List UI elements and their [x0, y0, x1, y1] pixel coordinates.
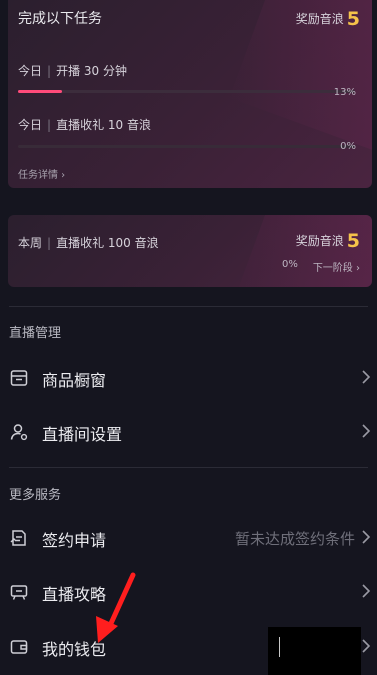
task-progress-track-1 [18, 90, 355, 93]
weekly-task-name: 直播收礼 100 音浪 [56, 236, 159, 250]
next-stage-link[interactable]: 下一阶段 › [313, 259, 360, 274]
contract-status-hint: 暂未达成签约条件 [234, 530, 355, 548]
person-settings-icon [10, 424, 28, 441]
menu-item-storefront[interactable]: 商品橱窗 [0, 351, 377, 405]
task-percent-1: 13% [333, 87, 356, 98]
task-row-1: 今日 | 开播 30 分钟 [18, 64, 127, 78]
chevron-right-icon [362, 584, 371, 598]
contract-icon [10, 530, 26, 546]
text-cursor [279, 637, 280, 657]
weekly-task-row: 本周 | 直播收礼 100 音浪 [18, 236, 159, 250]
task-progress-track-2 [18, 145, 355, 148]
menu-label: 直播间设置 [42, 425, 123, 444]
weekly-percent: 0% [282, 259, 298, 270]
black-overlay-box [268, 627, 361, 675]
task-period: 今日 [18, 118, 43, 132]
menu-label: 我的钱包 [42, 640, 107, 659]
task-period: 今日 [18, 64, 43, 78]
chevron-right-icon [362, 424, 371, 438]
task-progress-fill-1 [18, 90, 62, 93]
task-row-2: 今日 | 直播收礼 10 音浪 [18, 118, 151, 132]
task-name: 直播收礼 10 音浪 [56, 118, 151, 132]
chevron-right-icon [362, 530, 371, 544]
menu-label: 商品橱窗 [42, 371, 107, 390]
task-reward: 奖励音浪 5 [296, 10, 360, 29]
weekly-reward: 奖励音浪 5 [296, 232, 360, 251]
divider [9, 467, 368, 468]
menu-label: 签约申请 [42, 531, 107, 550]
section-title-live-management: 直播管理 [9, 326, 62, 341]
reward-label: 奖励音浪 [295, 12, 344, 26]
guide-icon [10, 585, 28, 600]
weekly-task-card [8, 215, 372, 287]
reward-value: 5 [346, 230, 360, 252]
task-details-link[interactable]: 任务详情 › [18, 166, 65, 181]
chevron-right-icon [362, 370, 371, 384]
task-card-title: 完成以下任务 [18, 11, 102, 27]
chevron-right-icon [362, 639, 371, 653]
task-name: 开播 30 分钟 [56, 64, 127, 78]
menu-item-contract-application[interactable]: 签约申请 暂未达成签约条件 [0, 511, 377, 565]
weekly-period: 本周 [18, 236, 43, 250]
reward-value: 5 [346, 8, 360, 30]
menu-item-live-guide[interactable]: 直播攻略 [0, 565, 377, 619]
menu-item-live-room-settings[interactable]: 直播间设置 [0, 405, 377, 459]
task-percent-2: 0% [340, 141, 356, 152]
reward-label: 奖励音浪 [295, 234, 344, 248]
menu-label: 直播攻略 [42, 585, 107, 604]
wallet-icon [10, 640, 28, 654]
storefront-icon [10, 370, 28, 386]
divider [9, 306, 368, 307]
section-title-more-services: 更多服务 [9, 488, 62, 503]
